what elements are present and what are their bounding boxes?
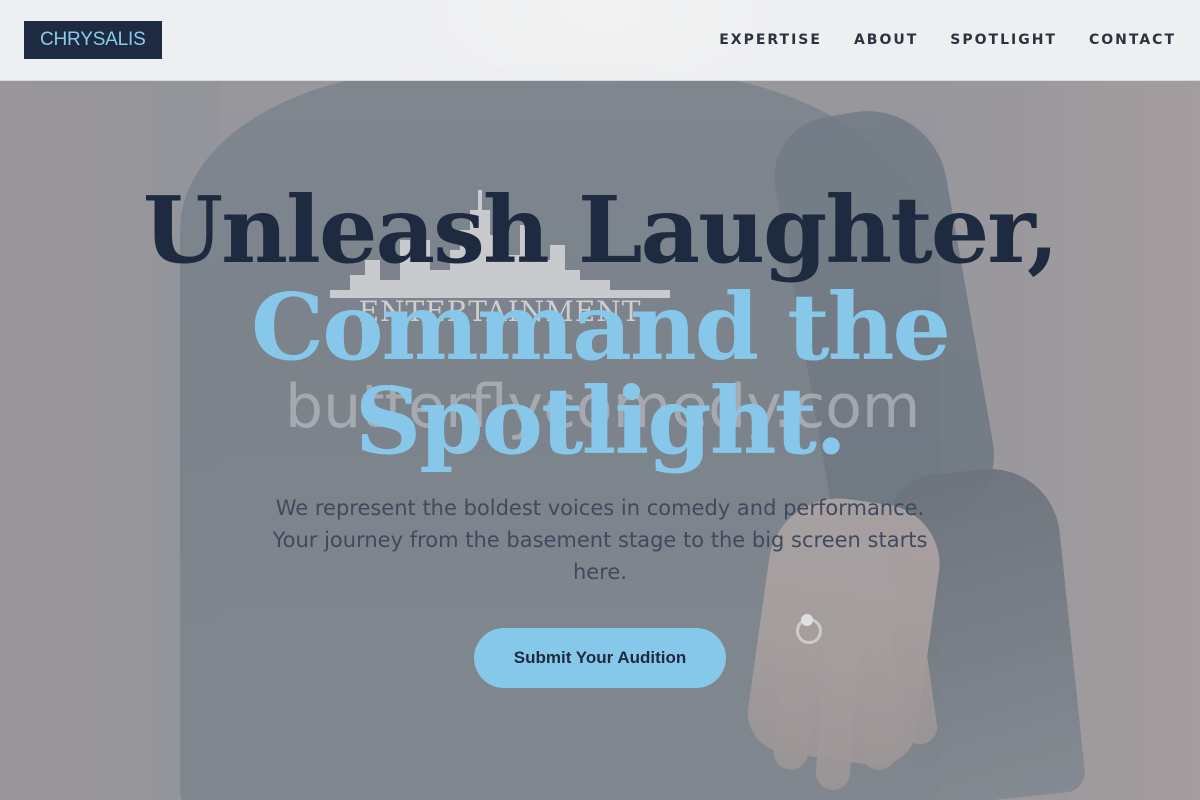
hero-headline-line1: Unleash Laughter, <box>142 176 1059 284</box>
navbar: CHRYSALIS EXPERTISE ABOUT SPOTLIGHT CONT… <box>0 0 1200 81</box>
hero-headline-line2: Command the Spotlight. <box>250 273 951 475</box>
nav-link-about[interactable]: ABOUT <box>854 32 918 48</box>
nav-link-contact[interactable]: CONTACT <box>1089 32 1176 48</box>
nav-link-expertise[interactable]: EXPERTISE <box>719 32 822 48</box>
hero-subtext: We represent the boldest voices in comed… <box>272 496 928 584</box>
submit-audition-button[interactable]: Submit Your Audition <box>473 628 727 688</box>
nav-link-spotlight[interactable]: SPOTLIGHT <box>950 32 1057 48</box>
nav-links: EXPERTISE ABOUT SPOTLIGHT CONTACT <box>719 32 1176 48</box>
hero-section: Unleash Laughter, Command the Spotlight.… <box>0 180 1200 688</box>
brand-logo[interactable]: CHRYSALIS <box>24 21 162 59</box>
